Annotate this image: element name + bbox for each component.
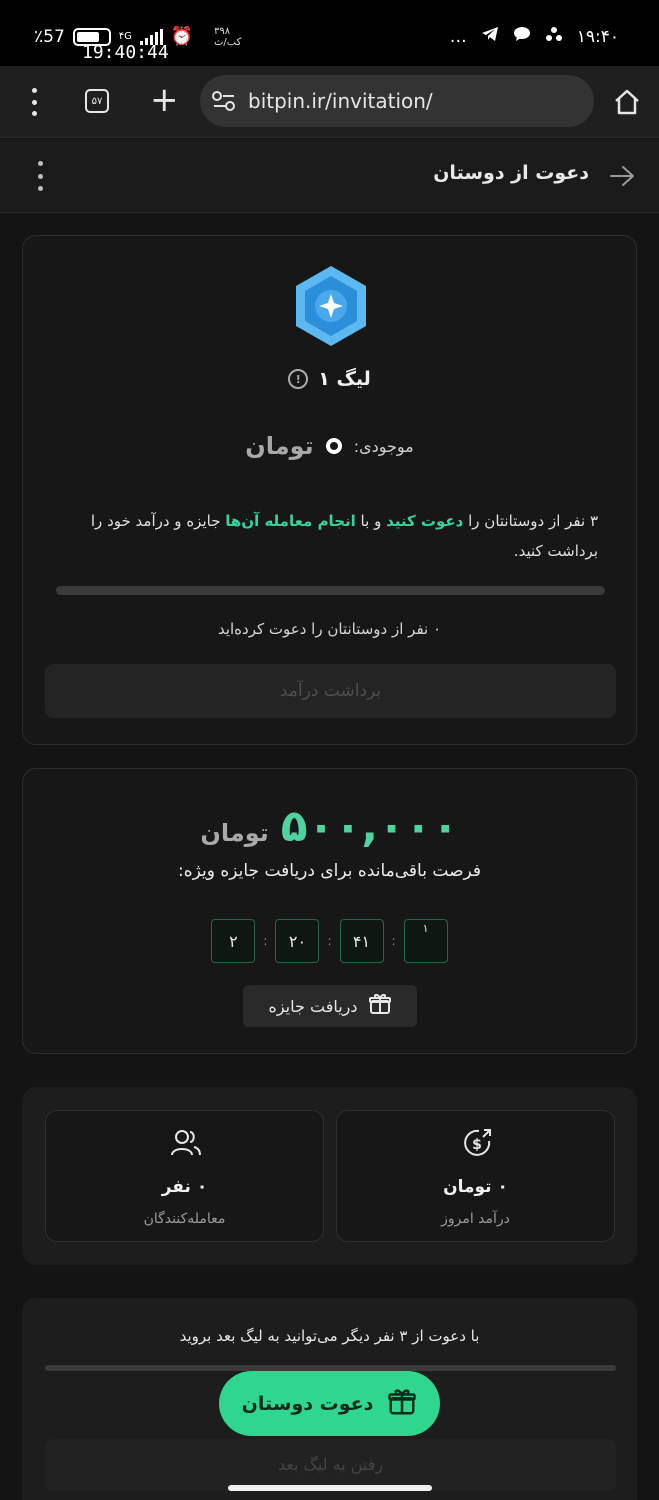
claim-prize-label: دریافت جایزه — [268, 996, 358, 1016]
go-next-league-button[interactable]: رفتن به لیگ بعد — [45, 1439, 616, 1491]
balance-label: موجودی: — [353, 436, 414, 456]
home-icon[interactable] — [612, 87, 642, 117]
countdown-minutes: ۲۰ — [275, 919, 320, 963]
withdraw-income-button[interactable]: برداشت درآمد — [45, 664, 616, 718]
info-icon[interactable]: ! — [288, 369, 309, 389]
countdown-hours: ۴۱ — [339, 919, 384, 963]
invite-friends-button[interactable]: دعوت دوستان — [219, 1371, 440, 1436]
prize-unit: تومان — [200, 819, 269, 847]
countdown-timer: ۲ : ۲۰ : ۴۱ : ۱ — [23, 919, 636, 963]
income-icon: $ — [461, 1127, 493, 1159]
status-right: … ۱۹:۴۰ — [450, 26, 619, 47]
url-text: bitpin.ir/invitation/ — [248, 89, 433, 113]
next-league-text: با دعوت از ۳ نفر دیگر می‌توانید به لیگ ب… — [179, 1327, 480, 1345]
back-arrow-icon[interactable] — [609, 163, 635, 189]
network-type: ۴G — [118, 31, 132, 42]
countdown-seconds: ۲ — [211, 919, 256, 963]
balance-zero-icon — [325, 438, 342, 454]
balance-row: موجودی: تومان — [23, 432, 636, 460]
invited-count-text: ۰ نفر از دوستانتان را دعوت کرده‌اید — [217, 620, 442, 638]
invite-highlight: دعوت کنید — [386, 512, 464, 530]
more-notifications-icon: … — [449, 26, 467, 47]
countdown-separator: : — [391, 934, 396, 948]
tab-switcher-button[interactable]: ۵۷ — [85, 89, 109, 113]
balance-unit: تومان — [245, 432, 314, 460]
stats-card: ۰ نفر معامله‌کنندگان $ ۰ تومان درآمد امر… — [22, 1087, 637, 1265]
browser-menu-icon[interactable] — [22, 88, 46, 116]
page-title: دعوت از دوستان — [433, 162, 589, 184]
claim-prize-button[interactable]: دریافت جایزه — [243, 985, 417, 1027]
address-bar[interactable]: bitpin.ir/invitation/ — [200, 75, 594, 127]
countdown-separator: : — [327, 934, 332, 948]
league-description: ۳ نفر از دوستانتان را دعوت کنید و با انج… — [90, 512, 598, 560]
league-badge-icon — [293, 264, 369, 348]
users-icon — [170, 1127, 202, 1159]
app-notification-icon — [545, 26, 563, 47]
traders-label: معامله‌کنندگان — [143, 1211, 226, 1227]
status-bar: ٪57 ۴G ⏰ ۳۹۸ کب/ث 19:40:44 … ۱۹:۴۰ — [0, 0, 659, 66]
today-income-value: ۰ تومان — [443, 1177, 508, 1197]
alarm-icon: ⏰ — [170, 26, 194, 47]
gift-icon — [368, 992, 392, 1020]
prize-amount: ۵۰۰,۰۰۰ تومان — [23, 801, 636, 852]
overlay-clock: 19:40:44 — [82, 42, 169, 63]
telegram-icon — [481, 26, 499, 47]
svg-text:$: $ — [472, 1137, 482, 1153]
page-header: دعوت از دوستان — [0, 139, 659, 213]
chat-icon — [513, 26, 531, 47]
clock-time: ۱۹:۴۰ — [576, 26, 619, 47]
traders-stat: ۰ نفر معامله‌کنندگان — [45, 1110, 324, 1242]
trade-highlight: انجام معامله آن‌ها — [225, 512, 356, 530]
more-options-icon[interactable] — [34, 161, 46, 191]
traders-value: ۰ نفر — [161, 1177, 208, 1197]
today-income-label: درآمد امروز — [441, 1211, 510, 1227]
new-tab-icon[interactable]: + — [150, 80, 179, 120]
prize-value: ۵۰۰,۰۰۰ — [280, 801, 459, 852]
data-speed: ۳۹۸ کب/ث — [214, 26, 242, 48]
browser-toolbar: ۵۷ + bitpin.ir/invitation/ — [0, 66, 659, 138]
league-card: لیگ ۱ ! موجودی: تومان ۳ نفر از دوستانتان… — [22, 235, 637, 745]
special-prize-card: ۵۰۰,۰۰۰ تومان فرصت باقی‌مانده برای دریاف… — [22, 768, 637, 1054]
countdown-days: ۱ — [403, 919, 448, 963]
invite-progress-bar — [56, 586, 605, 595]
invite-friends-label: دعوت دوستان — [241, 1392, 374, 1415]
battery-percent: ٪57 — [34, 26, 65, 47]
home-indicator[interactable] — [228, 1485, 432, 1491]
site-settings-icon[interactable] — [210, 89, 238, 113]
gift-icon — [387, 1387, 417, 1421]
league-name: لیگ ۱ — [318, 368, 371, 390]
today-income-stat: $ ۰ تومان درآمد امروز — [336, 1110, 615, 1242]
countdown-separator: : — [263, 934, 268, 948]
league-title: لیگ ۱ ! — [23, 368, 636, 390]
prize-subtitle: فرصت باقی‌مانده برای دریافت جایزه ویژه: — [177, 861, 482, 881]
